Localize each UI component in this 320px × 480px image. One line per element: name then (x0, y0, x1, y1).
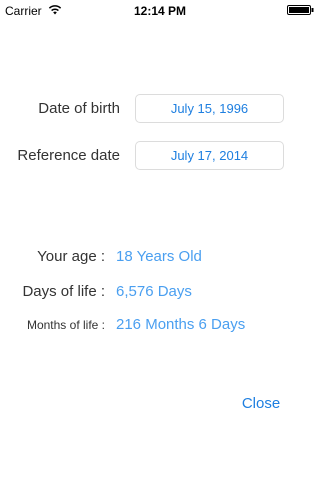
battery-icon (287, 5, 314, 15)
reference-date-button[interactable]: July 17, 2014 (135, 141, 284, 170)
close-button[interactable]: Close (226, 394, 296, 414)
months-of-life-value: 216 Months 6 Days (116, 316, 246, 333)
date-of-birth-button[interactable]: July 15, 1996 (135, 94, 284, 123)
days-of-life-label: Days of life : (22, 283, 105, 300)
age-value: 18 Years Old (116, 248, 202, 265)
date-of-birth-label: Date of birth (38, 100, 120, 117)
status-time: 12:14 PM (133, 4, 187, 18)
age-label: Your age : (37, 248, 105, 265)
status-bar: Carrier 12:14 PM (0, 0, 320, 20)
reference-date-label: Reference date (17, 147, 120, 164)
months-of-life-label: Months of life : (26, 318, 105, 332)
days-of-life-value: 6,576 Days (116, 283, 192, 300)
